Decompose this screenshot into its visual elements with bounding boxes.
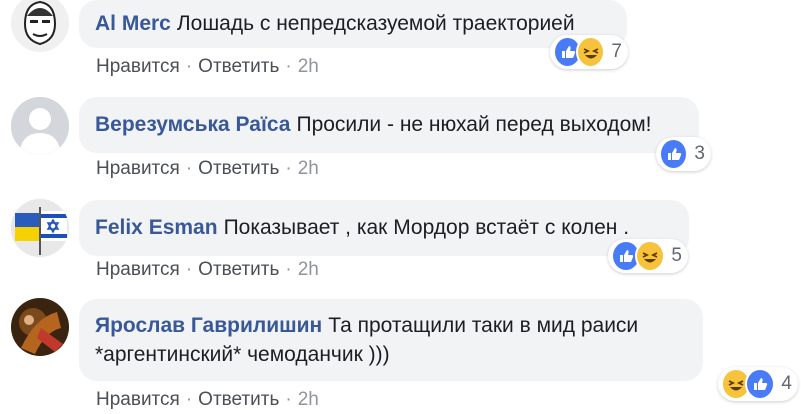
comment-actions: Нравится · Ответить · 2h bbox=[96, 389, 319, 411]
comment-author[interactable]: Al Merc bbox=[95, 12, 171, 35]
comment-actions: Нравится · Ответить · 2h bbox=[96, 56, 319, 78]
like-link[interactable]: Нравится bbox=[96, 158, 180, 179]
separator: · bbox=[185, 158, 193, 179]
separator: · bbox=[285, 389, 292, 410]
timestamp[interactable]: 2h bbox=[298, 259, 319, 280]
reactions-summary[interactable]: 7 bbox=[550, 35, 628, 69]
comment-bubble: Ярослав Гаврилишин Та протащили таки в ми… bbox=[79, 299, 703, 381]
reactions-summary[interactable]: 4 bbox=[718, 367, 798, 401]
comment-bubble: Al Merc Лошадь с непредсказуемой траектор… bbox=[79, 0, 627, 48]
timestamp[interactable]: 2h bbox=[298, 389, 319, 410]
haha-icon bbox=[576, 36, 606, 68]
comment-author[interactable]: Felix Esman bbox=[95, 216, 218, 239]
separator: · bbox=[285, 56, 292, 77]
reply-link[interactable]: Ответить bbox=[198, 259, 279, 280]
like-link[interactable]: Нравится bbox=[96, 56, 180, 77]
separator: · bbox=[185, 389, 193, 410]
avatar[interactable] bbox=[11, 298, 69, 356]
comment-text: Показывает , как Мордор встаёт с колен . bbox=[223, 216, 630, 239]
like-link[interactable]: Нравится bbox=[96, 259, 180, 280]
comment-text: Лошадь с непредсказуемой траекторией bbox=[176, 12, 575, 35]
separator: · bbox=[185, 259, 193, 280]
comment-actions: Нравится · Ответить · 2h bbox=[96, 259, 319, 281]
flags-avatar-icon bbox=[11, 199, 69, 257]
avatar[interactable] bbox=[11, 199, 69, 257]
comment-author[interactable]: Верезумська Раїса bbox=[95, 113, 290, 136]
reaction-count: 3 bbox=[694, 143, 705, 164]
comment-author[interactable]: Ярослав Гаврилишин bbox=[95, 314, 322, 337]
reaction-count: 4 bbox=[781, 373, 792, 394]
separator: · bbox=[285, 158, 292, 179]
avatar[interactable] bbox=[11, 0, 69, 52]
reply-link[interactable]: Ответить bbox=[198, 56, 279, 77]
comment-line: Ярослав Гаврилишин Та протащили таки в ми… bbox=[95, 311, 689, 340]
comment-actions: Нравится · Ответить · 2h bbox=[96, 158, 319, 180]
avatar-image bbox=[11, 0, 69, 52]
avatar-image bbox=[11, 298, 69, 356]
comment-text: *аргентинский* чемоданчик ))) bbox=[95, 343, 390, 366]
comment-bubble: Felix Esman Показывает , как Мордор встаё… bbox=[79, 200, 689, 256]
comment-bubble: Верезумська Раїса Просили - не нюхай пере… bbox=[79, 97, 699, 153]
separator: · bbox=[185, 56, 193, 77]
timestamp[interactable]: 2h bbox=[298, 56, 319, 77]
reactions-summary[interactable]: 3 bbox=[656, 137, 711, 171]
like-icon bbox=[659, 138, 689, 170]
like-icon bbox=[745, 368, 776, 400]
comment-text: Та протащили таки в мид раиси bbox=[328, 314, 639, 337]
avatar[interactable] bbox=[11, 97, 69, 155]
haha-icon bbox=[635, 240, 666, 272]
reply-link[interactable]: Ответить bbox=[198, 158, 279, 179]
comment-text: Просили - не нюхай перед выходом! bbox=[296, 113, 652, 136]
timestamp[interactable]: 2h bbox=[298, 158, 319, 179]
reply-link[interactable]: Ответить bbox=[198, 389, 279, 410]
default-avatar-icon bbox=[11, 97, 69, 155]
like-link[interactable]: Нравится bbox=[96, 389, 180, 410]
reaction-count: 7 bbox=[611, 41, 622, 62]
separator: · bbox=[285, 259, 292, 280]
reaction-count: 5 bbox=[671, 245, 682, 266]
reactions-summary[interactable]: 5 bbox=[608, 239, 688, 273]
